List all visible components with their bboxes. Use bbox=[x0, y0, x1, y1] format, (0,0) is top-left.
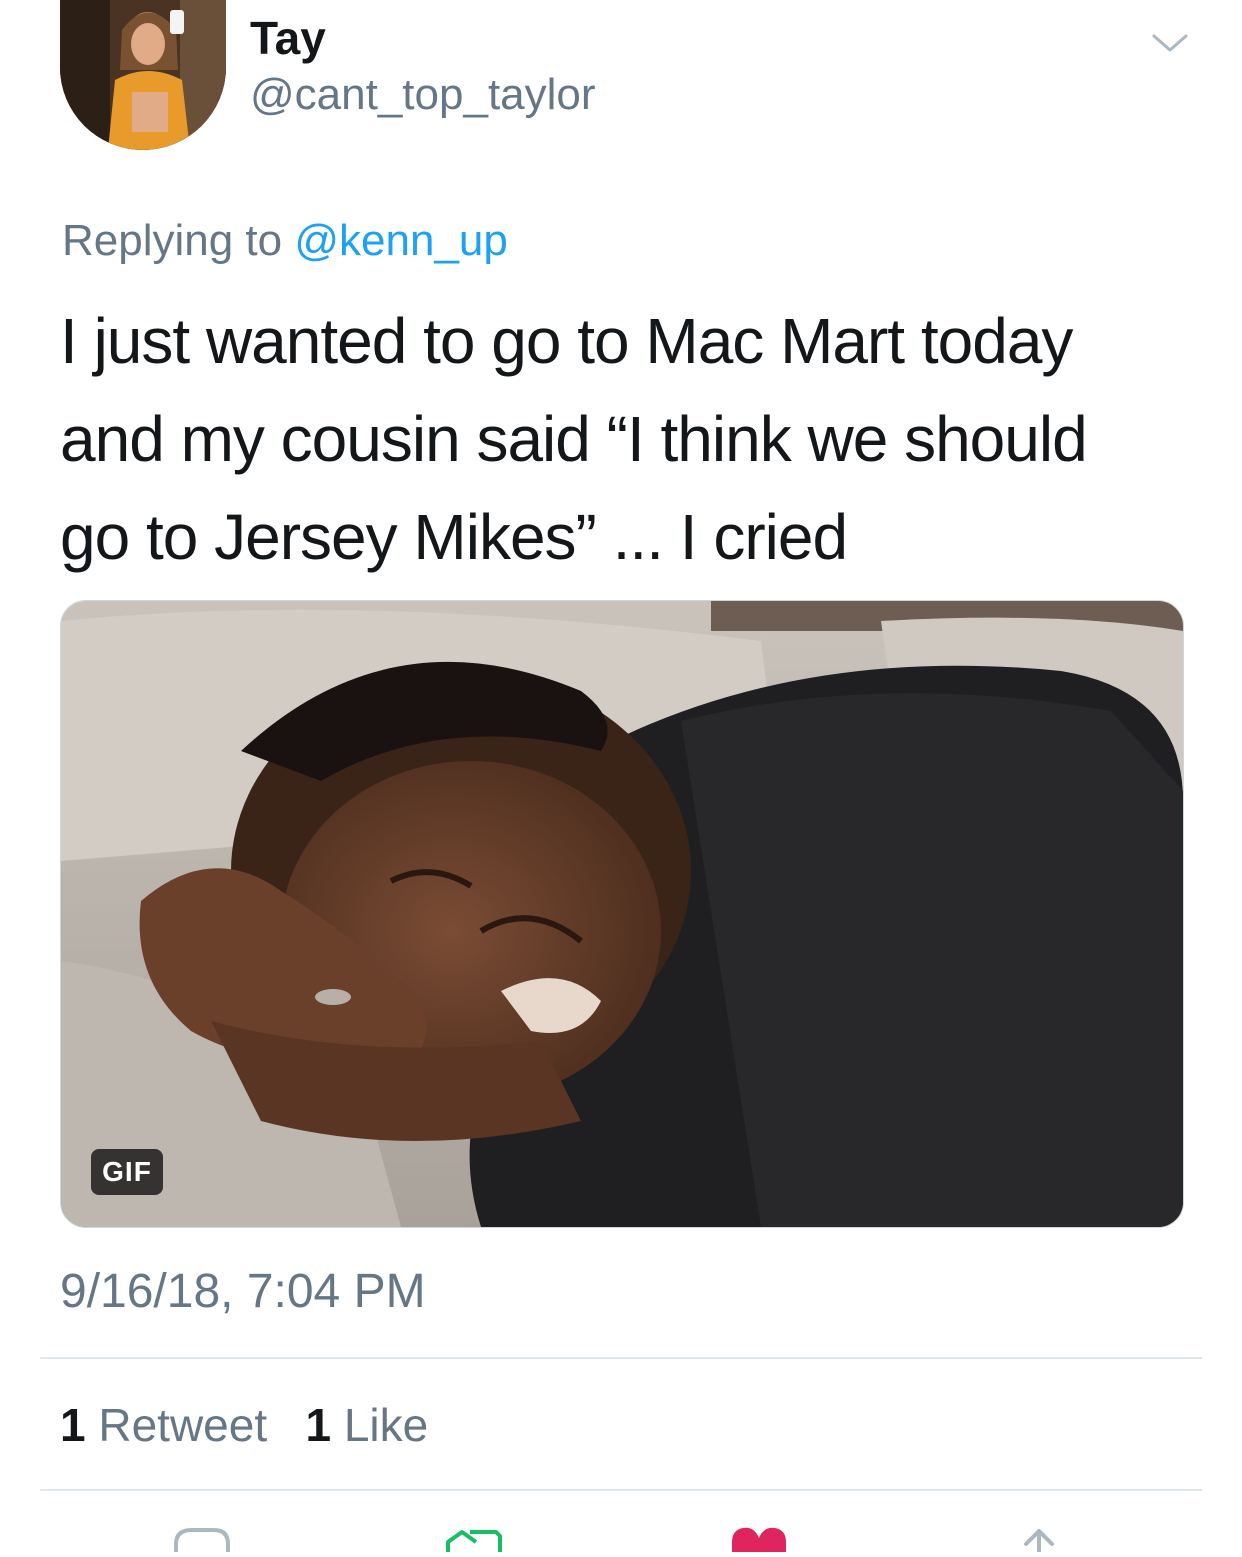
tweet-text-line: I just wanted to go to Mac Mart today bbox=[60, 305, 1073, 377]
likes-stat[interactable]: 1 Like bbox=[305, 1399, 428, 1451]
like-label: Like bbox=[343, 1399, 429, 1451]
like-count: 1 bbox=[305, 1399, 332, 1451]
chevron-down-icon[interactable] bbox=[1150, 28, 1190, 58]
retweet-button[interactable] bbox=[440, 1522, 510, 1552]
author-avatar[interactable] bbox=[60, 0, 226, 150]
divider bbox=[40, 1489, 1202, 1491]
reply-button[interactable] bbox=[168, 1522, 238, 1552]
gif-badge: GIF bbox=[91, 1149, 163, 1195]
author-handle[interactable]: @cant_top_taylor bbox=[250, 68, 596, 122]
retweet-count: 1 bbox=[60, 1399, 86, 1451]
tweet-gif-media[interactable]: GIF bbox=[60, 600, 1184, 1228]
replying-to: Replying to @kenn_up bbox=[62, 214, 508, 268]
divider bbox=[40, 1357, 1202, 1359]
retweet-icon bbox=[446, 1530, 502, 1552]
tweet-text-line: go to Jersey Mikes” ... I cried bbox=[60, 501, 848, 573]
avatar-photo bbox=[60, 0, 226, 150]
retweets-stat[interactable]: 1 Retweet bbox=[60, 1399, 267, 1451]
gif-image bbox=[61, 601, 1183, 1227]
tweet-text: I just wanted to go to Mac Mart today an… bbox=[60, 292, 1180, 586]
share-icon bbox=[1024, 1529, 1054, 1554]
reply-mention-link[interactable]: @kenn_up bbox=[294, 216, 508, 265]
retweet-label: Retweet bbox=[98, 1399, 268, 1451]
tweet-text-line: and my cousin said “I think we should bbox=[60, 403, 1088, 475]
tweet-timestamp: 9/16/18, 7:04 PM bbox=[60, 1265, 426, 1318]
replying-prefix: Replying to bbox=[62, 216, 283, 265]
tweet-stats: 1 Retweet 1 Like bbox=[60, 1396, 428, 1454]
heart-icon bbox=[732, 1527, 786, 1552]
author-display-name[interactable]: Tay bbox=[250, 10, 326, 66]
share-button[interactable] bbox=[1004, 1522, 1074, 1554]
reply-icon bbox=[174, 1528, 230, 1552]
like-button[interactable] bbox=[724, 1522, 794, 1552]
